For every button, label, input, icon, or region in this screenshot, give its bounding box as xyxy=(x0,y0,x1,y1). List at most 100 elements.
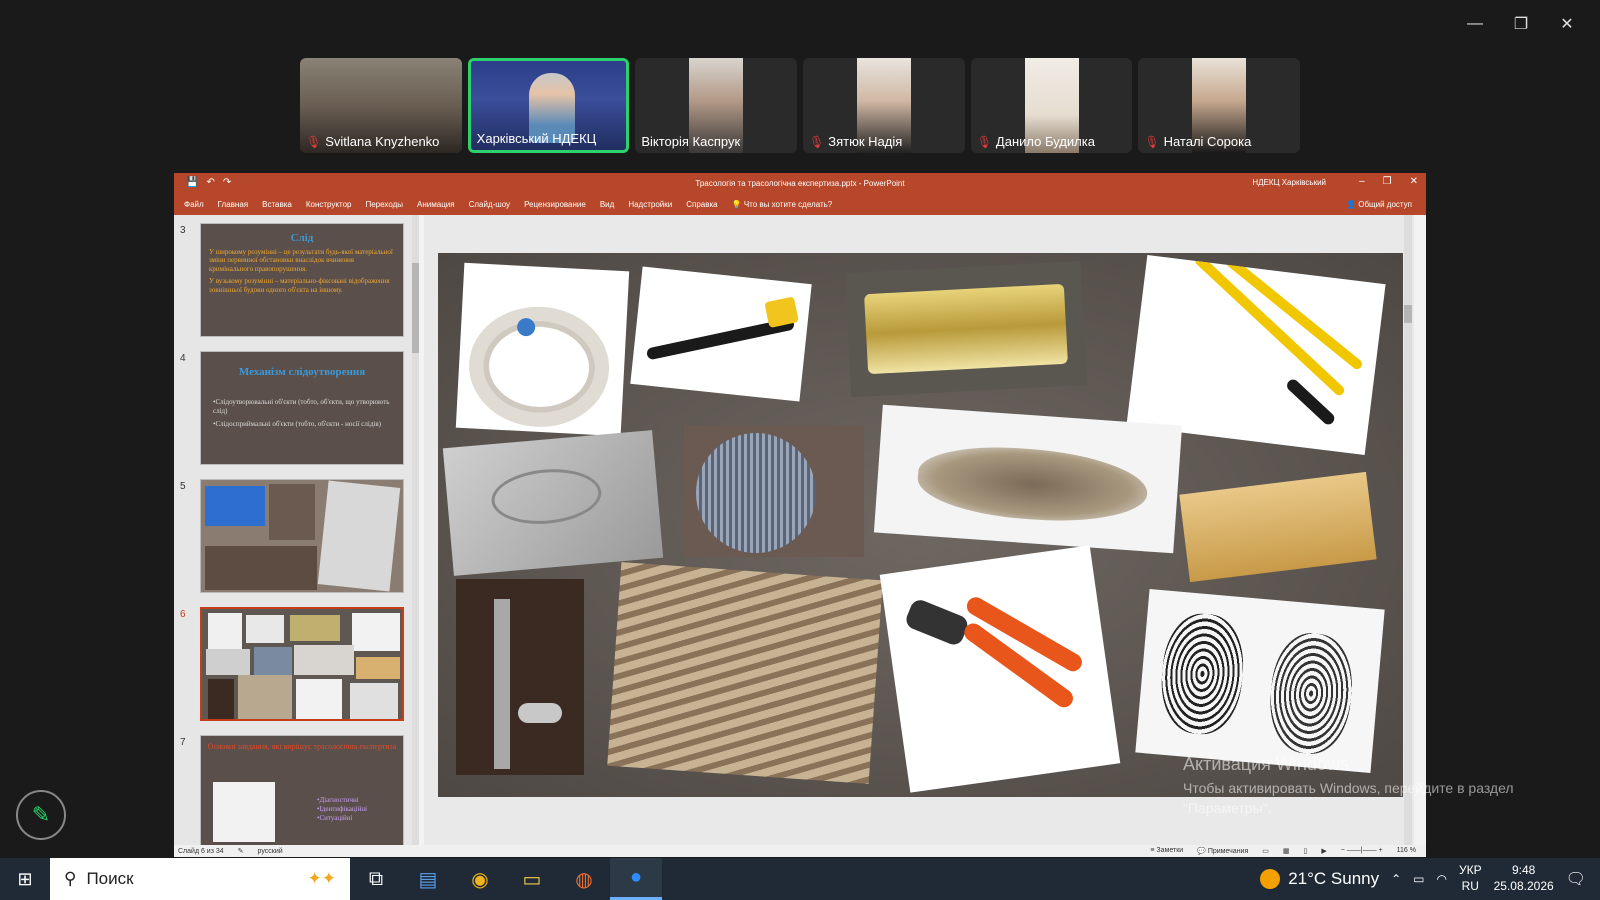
firefox-icon[interactable]: ◍ xyxy=(558,858,610,900)
wifi-icon[interactable]: ◠ xyxy=(1437,872,1447,886)
photo-wooden-board xyxy=(1179,471,1377,583)
ppt-account-name[interactable]: НДЕКЦ Харківський xyxy=(1252,178,1326,187)
photo-broken-door-lock xyxy=(456,579,584,775)
slide-editing-area xyxy=(424,215,1414,845)
ppt-minimize-icon[interactable]: – xyxy=(1359,176,1365,187)
photo-lock-cylinder xyxy=(844,260,1088,398)
zoom-level[interactable]: 116 % xyxy=(1397,847,1416,855)
participant-tile[interactable]: 🎙 Наталі Сорока xyxy=(1138,58,1301,153)
slide-number: 4 xyxy=(180,353,186,364)
ppt-document-title: Трасологія та трасологічна експертиза.pp… xyxy=(695,178,905,188)
thumbnail-slide-4[interactable]: 4 Механізм слідоутворення •Слідоутворюва… xyxy=(180,351,410,467)
input-language[interactable]: УКР RU xyxy=(1459,863,1482,894)
restore-button[interactable]: ❐ xyxy=(1498,10,1544,38)
redo-icon[interactable]: ↷ xyxy=(223,177,231,188)
tab-animations[interactable]: Анимация xyxy=(417,200,455,209)
minimize-button[interactable]: — xyxy=(1452,10,1498,38)
language-indicator[interactable]: русский xyxy=(258,848,283,855)
search-highlight-icon: ✦✦ xyxy=(307,869,337,888)
view-slideshow-icon[interactable]: ▶ xyxy=(1321,847,1326,855)
tab-slideshow[interactable]: Слайд-шоу xyxy=(469,200,510,209)
clock[interactable]: 9:48 25.08.2026 xyxy=(1494,863,1554,894)
tab-addins[interactable]: Надстройки xyxy=(628,200,672,209)
chrome-icon[interactable]: ◉ xyxy=(454,858,506,900)
participant-name: Svitlana Knyzhenko xyxy=(325,134,440,149)
thumbnail-slide-7[interactable]: 7 Основні завдання, які вирішує трасолог… xyxy=(180,735,410,845)
activation-text: Чтобы активировать Windows, перейдите в … xyxy=(1183,780,1514,796)
view-sorter-icon[interactable]: ▦ xyxy=(1283,847,1290,855)
tab-file[interactable]: Файл xyxy=(184,200,204,209)
slide-scrollbar[interactable] xyxy=(1404,215,1412,845)
zoom-slider[interactable]: − ——|—— + xyxy=(1341,847,1383,855)
scrollbar-thumb[interactable] xyxy=(412,263,419,353)
photo-barefoot-print xyxy=(873,404,1183,554)
notifications-icon[interactable]: 🗨 xyxy=(1566,869,1586,889)
participant-tile[interactable]: 🎙 Данило Будилка xyxy=(970,58,1133,153)
muted-mic-icon: 🎙 xyxy=(809,134,825,149)
close-button[interactable]: ✕ xyxy=(1544,10,1590,38)
share-button[interactable]: 👤 Общий доступ xyxy=(1346,200,1412,209)
quick-access-toolbar: 💾 ↶ ↷ xyxy=(186,177,231,188)
annotate-pencil-icon[interactable]: ✎ xyxy=(16,790,66,840)
app-icon[interactable]: ▤ xyxy=(402,858,454,900)
task-view-icon[interactable]: ⧉ xyxy=(350,858,402,900)
tab-insert[interactable]: Вставка xyxy=(262,200,292,209)
slide-thumbnails-pane: 3 Слід У широкому розумінні – це результ… xyxy=(174,215,419,845)
thumbnail-slide-5[interactable]: 5 xyxy=(180,479,410,595)
activation-title: Активация Windows xyxy=(1183,754,1349,774)
system-tray: 21°C Sunny ⌃ ▭ ◠ УКР RU 9:48 25.08.2026 … xyxy=(1260,858,1600,900)
tell-me-placeholder: Что вы хотите сделать? xyxy=(743,199,833,209)
windows-start-icon[interactable]: ⊞ xyxy=(0,858,50,900)
current-slide-6[interactable] xyxy=(438,253,1403,797)
participant-tile[interactable]: 🎙 Svitlana Knyzhenko xyxy=(300,58,462,153)
chevron-up-icon[interactable]: ⌃ xyxy=(1391,872,1401,886)
participant-name: Вікторія Каспрук xyxy=(641,134,741,149)
slide-number: 3 xyxy=(180,225,186,236)
tab-view[interactable]: Вид xyxy=(600,200,614,209)
photo-shoe-print-snow xyxy=(442,430,664,576)
tab-design[interactable]: Конструктор xyxy=(306,200,352,209)
ppt-status-bar: Слайд 6 из 34 ✎ русский ≡ Заметки 💬 Прим… xyxy=(174,845,1426,857)
tab-home[interactable]: Главная xyxy=(218,200,248,209)
participant-tile[interactable]: Вікторія Каспрук xyxy=(635,58,798,153)
windows-activation-watermark: Активация Windows Чтобы активировать Win… xyxy=(1183,754,1514,818)
view-normal-icon[interactable]: ▭ xyxy=(1262,847,1269,855)
ppt-titlebar: 💾 ↶ ↷ Трасологія та трасологічна експерт… xyxy=(174,173,1426,193)
window-controls: — ❐ ✕ xyxy=(1452,10,1590,38)
sun-icon xyxy=(1260,869,1281,889)
activation-text: "Параметры". xyxy=(1183,799,1272,816)
thumbnail-slide-3[interactable]: 3 Слід У широкому розумінні – це результ… xyxy=(180,223,410,339)
tell-me-input[interactable]: 💡 Что вы хотите сделать? xyxy=(732,200,833,209)
comments-button[interactable]: 💬 Примечания xyxy=(1197,847,1248,855)
windows-taskbar: ⊞ ⚲ Поиск ✦✦ ⧉ ▤ ◉ ▭ ◍ ● 21°C Sunny ⌃ ▭ … xyxy=(0,858,1600,900)
participant-strip: 🎙 Svitlana Knyzhenko Харківський НДЕКЦ Ві… xyxy=(300,58,1301,153)
participant-tile[interactable]: 🎙 Зятюк Надія xyxy=(803,58,965,153)
slide-number: 6 xyxy=(180,609,186,620)
taskbar-search[interactable]: ⚲ Поиск ✦✦ xyxy=(50,858,350,900)
clock-date: 25.08.2026 xyxy=(1493,879,1554,893)
ppt-ribbon: Файл Главная Вставка Конструктор Переход… xyxy=(174,193,1426,215)
thumbnails-scrollbar[interactable] xyxy=(412,215,419,845)
participant-tile-active-speaker[interactable]: Харківський НДЕКЦ xyxy=(467,58,630,153)
tab-review[interactable]: Рецензирование xyxy=(524,200,586,209)
save-icon[interactable]: 💾 xyxy=(186,177,198,188)
notes-button[interactable]: ≡ Заметки xyxy=(1150,847,1183,855)
view-reading-icon[interactable]: ▯ xyxy=(1304,847,1308,855)
photo-tire-tracks-sand xyxy=(607,562,883,784)
share-label: Общий доступ xyxy=(1358,199,1412,209)
thumb-text: •Слідоутворювальні об'єкти (тобто, об'єк… xyxy=(213,398,390,416)
battery-icon[interactable]: ▭ xyxy=(1413,872,1424,886)
file-explorer-icon[interactable]: ▭ xyxy=(506,858,558,900)
tab-help[interactable]: Справка xyxy=(686,200,717,209)
zoom-icon[interactable]: ● xyxy=(610,858,662,900)
ppt-close-icon[interactable]: ✕ xyxy=(1410,176,1418,187)
ppt-restore-icon[interactable]: ❐ xyxy=(1383,176,1392,187)
thumb-title: Слід xyxy=(290,232,314,244)
undo-icon[interactable]: ↶ xyxy=(206,177,214,188)
spellcheck-icon[interactable]: ✎ xyxy=(238,847,244,855)
slide-number: 7 xyxy=(180,737,186,748)
weather-widget[interactable]: 21°C Sunny xyxy=(1260,869,1379,889)
tab-transitions[interactable]: Переходы xyxy=(365,200,403,209)
thumbnail-slide-6-selected[interactable]: 6 xyxy=(180,607,410,723)
scrollbar-thumb[interactable] xyxy=(1404,305,1412,323)
